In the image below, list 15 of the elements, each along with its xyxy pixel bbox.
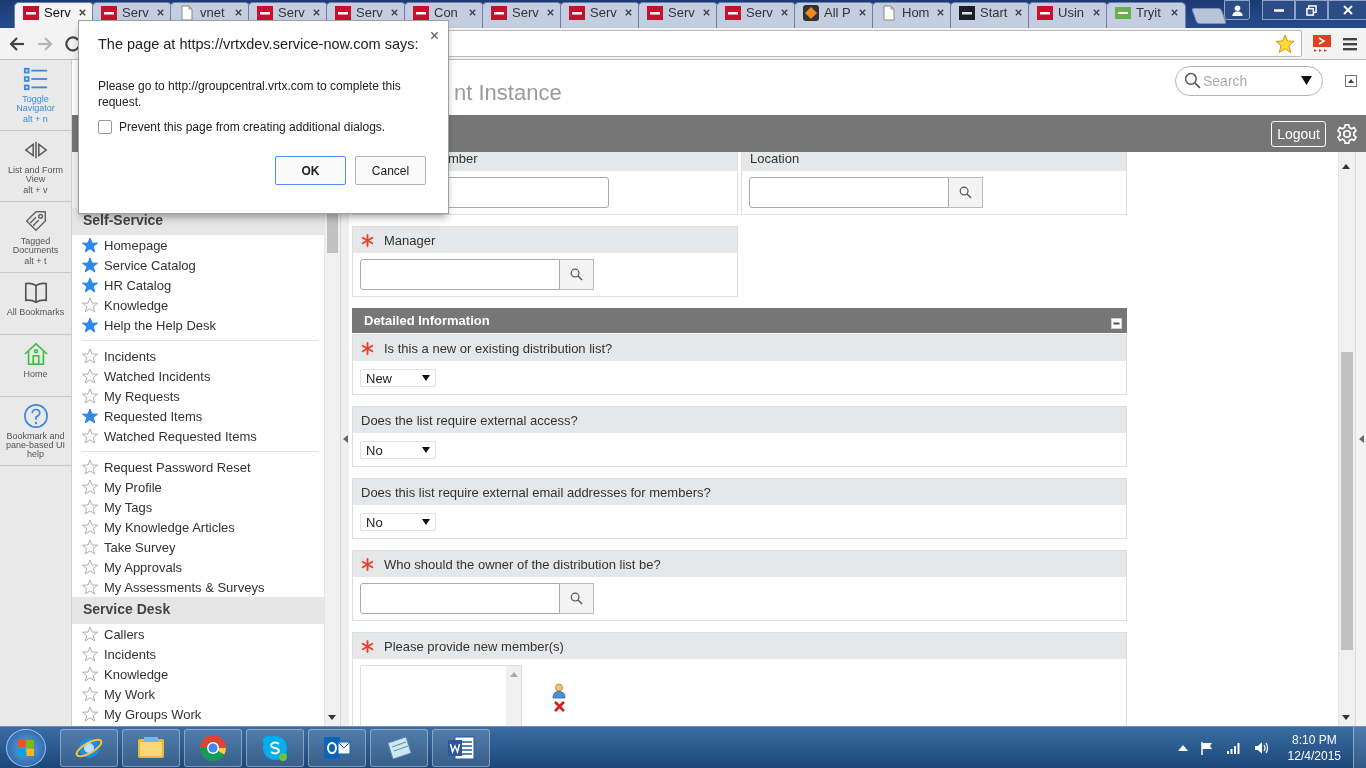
field-label: mber: [448, 152, 478, 166]
dialog-message: Please go to http://groupcentral.vrtx.com to complete this request.: [98, 78, 402, 110]
field-label: Manager: [384, 232, 436, 248]
clock-date: 12/4/2015: [1287, 747, 1341, 764]
section-title: Detailed Information: [364, 313, 490, 328]
question-label: Who should the owner of the distribution list be?: [384, 556, 661, 572]
checkbox-label: Prevent this page from creating additional dialogs.: [119, 120, 386, 134]
instance-title: nt Instance: [454, 79, 562, 106]
field-label: Location: [750, 152, 800, 166]
dialog-title: The page at https://vrtxdev.service-now.com says:: [98, 36, 420, 52]
question-label: Does the list require external access?: [361, 412, 578, 428]
question-label: Please provide new member(s): [384, 638, 564, 654]
question-label: Does this list require external email addresses for members?: [361, 484, 711, 500]
clock-time: 8:10 PM: [1291, 731, 1337, 748]
question-label: Is this a new or existing distribution list?: [384, 340, 613, 356]
